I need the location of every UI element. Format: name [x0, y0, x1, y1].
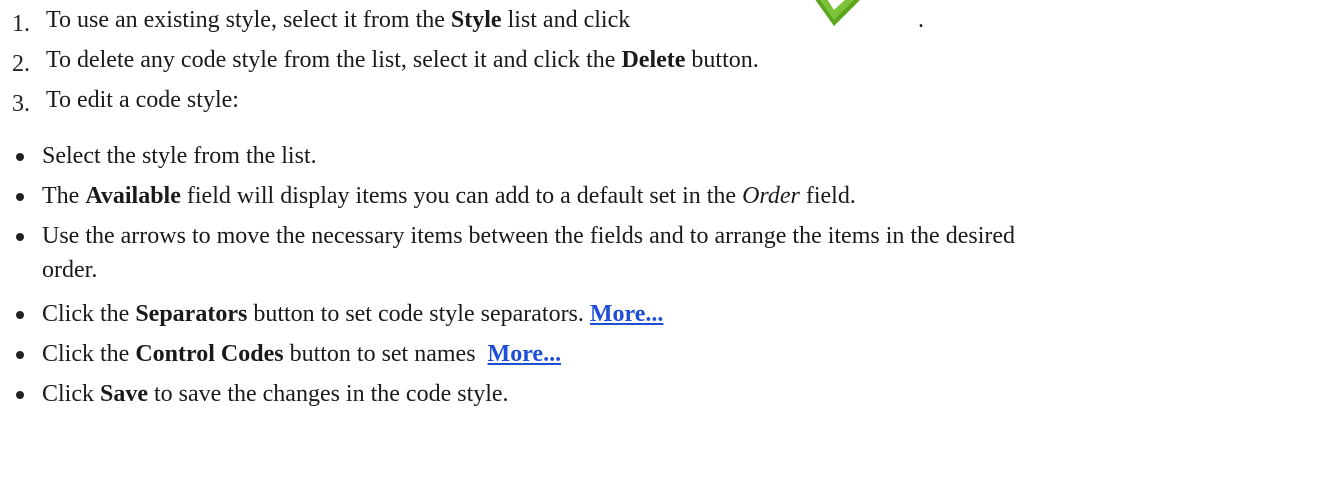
separators-term: Separators [135, 301, 248, 327]
bullet-dot-icon [16, 233, 24, 241]
save-term: Save [100, 381, 148, 407]
step-text: To edit a code style: [46, 87, 239, 113]
available-term: Available [85, 183, 181, 209]
control-codes-term: Control Codes [135, 341, 284, 367]
delete-term: Delete [621, 47, 686, 73]
bullet-dot-icon [16, 311, 24, 319]
bullet-dot-icon [16, 391, 24, 399]
bullet-dot-icon [16, 351, 24, 359]
control-codes-more-link[interactable]: More... [488, 341, 562, 367]
step-text: To use an existing style, select it from… [46, 7, 631, 33]
step-text: To delete any code style from the list, … [46, 47, 759, 73]
bullet-dot-icon [16, 153, 24, 161]
step-number: 2. [12, 51, 30, 77]
step-number: 1. [12, 11, 30, 37]
step-1-period: . [918, 7, 924, 33]
bullet-dot-icon [16, 193, 24, 201]
step-number: 3. [12, 91, 30, 117]
checkmark-icon[interactable] [812, 0, 872, 30]
separators-more-link[interactable]: More... [590, 301, 664, 327]
order-term: Order [742, 183, 800, 209]
style-term: Style [450, 7, 502, 33]
help-page: { "steps": [ { "number": "1.", "text_a":… [0, 0, 1341, 485]
